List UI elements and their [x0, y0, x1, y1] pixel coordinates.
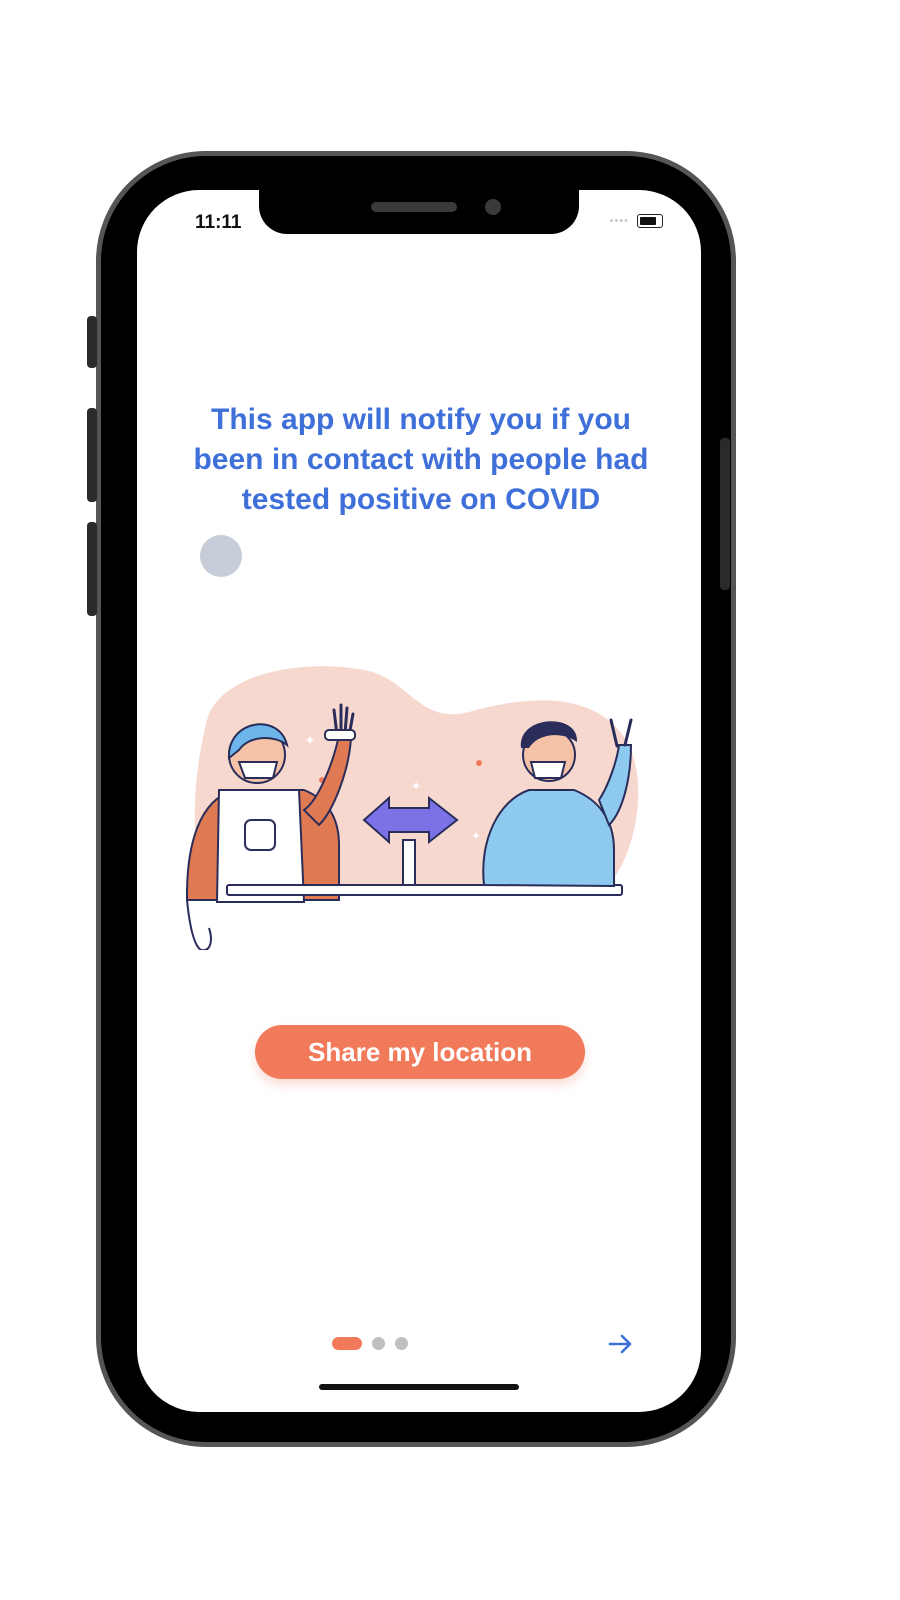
mute-switch: [87, 316, 97, 368]
front-camera: [485, 199, 501, 215]
volume-down-button: [87, 522, 97, 616]
volume-up-button: [87, 408, 97, 502]
home-indicator[interactable]: [319, 1384, 519, 1390]
svg-text:✦: ✦: [471, 829, 481, 843]
page-dot-active[interactable]: [332, 1337, 362, 1350]
status-icons: ••••: [610, 214, 663, 228]
power-button: [720, 438, 730, 590]
signal-icon: ••••: [609, 215, 629, 227]
page-dot[interactable]: [372, 1337, 385, 1350]
phone-screen: 11:11 •••• This app will notify you if y…: [137, 190, 701, 1412]
svg-text:✦: ✦: [304, 733, 316, 749]
arrow-right-icon[interactable]: [605, 1328, 637, 1360]
contact-tracing-illustration: ✦ ✦ ✦: [186, 666, 639, 950]
share-location-button[interactable]: Share my location: [255, 1025, 585, 1079]
page-indicator: [332, 1337, 408, 1350]
onboarding-headline: This app will notify you if you been in …: [193, 403, 649, 516]
speaker-grille: [371, 202, 457, 212]
status-time: 11:11: [195, 212, 242, 233]
floating-badge: [200, 535, 242, 577]
page-dot[interactable]: [395, 1337, 408, 1350]
battery-icon: [637, 214, 663, 228]
svg-text:✦: ✦: [411, 779, 421, 793]
notch: [259, 190, 579, 234]
